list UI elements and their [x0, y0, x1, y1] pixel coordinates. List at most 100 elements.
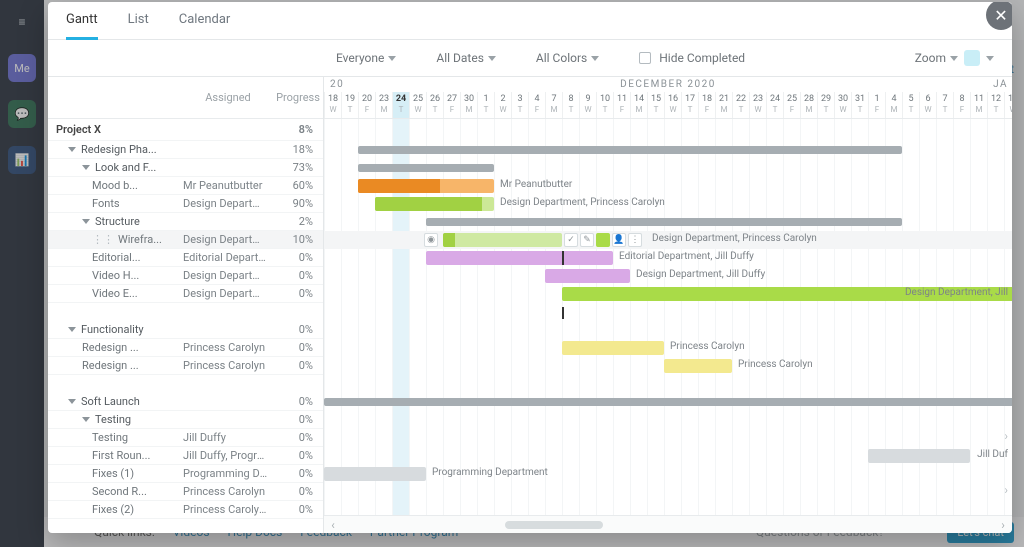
task-row[interactable]: Second R...Princess Carolyn0% — [48, 483, 323, 501]
bar-label: Programming Department — [432, 467, 548, 478]
tab-gantt[interactable]: Gantt — [66, 12, 98, 40]
zoom-control[interactable]: Zoom — [915, 51, 958, 65]
row-name: Look and F... — [95, 161, 156, 174]
task-row[interactable]: Video H...Design Department, J0% — [48, 267, 323, 285]
collapse-icon[interactable] — [82, 165, 90, 170]
row-progress: 18% — [273, 143, 323, 156]
filter-all-colors[interactable]: All Colors — [536, 51, 599, 65]
scroll-to-bar-icon[interactable]: › — [1004, 429, 1008, 443]
day-column: 16W — [664, 92, 681, 118]
group-row[interactable]: Look and F...73% — [48, 159, 323, 177]
day-column: 3T — [511, 92, 528, 118]
group-row[interactable]: Structure2% — [48, 213, 323, 231]
group-row[interactable]: Soft Launch0% — [48, 393, 323, 411]
task-row[interactable]: Editorial... Editorial Department,0% — [48, 249, 323, 267]
task-bar[interactable] — [545, 269, 630, 283]
task-row[interactable]: Mood b...Mr Peanutbutter60% — [48, 177, 323, 195]
filter-hide-completed[interactable]: Hide Completed — [639, 51, 745, 65]
scroll-left-icon[interactable]: ‹ — [324, 518, 342, 532]
tab-calendar[interactable]: Calendar — [179, 12, 231, 39]
task-bar[interactable] — [562, 341, 664, 355]
row-assigned: Mr Peanutbutter — [183, 179, 273, 192]
row-name: Editorial... — [92, 251, 141, 264]
group-bar[interactable] — [358, 164, 494, 172]
scroll-thumb[interactable] — [505, 521, 603, 529]
project-row[interactable]: Project X8% — [48, 119, 323, 141]
collapse-icon[interactable] — [68, 399, 76, 404]
bar-label: Princess Carolyn — [670, 341, 745, 352]
collapse-icon[interactable] — [68, 147, 76, 152]
collapse-icon[interactable] — [68, 327, 76, 332]
horizontal-scrollbar[interactable]: ‹ › — [324, 515, 1012, 533]
day-column: 7T — [936, 92, 953, 118]
check-icon[interactable]: ✓ — [564, 233, 578, 247]
task-row[interactable]: Redesign ...Princess Carolyn0% — [48, 339, 323, 357]
gantt-chart[interactable]: 20DECEMBER 2020JA 18W19T20F23M24T25W26T2… — [324, 77, 1012, 533]
filter-all-dates[interactable]: All Dates — [436, 51, 496, 65]
bar-label: Design Department, Jill — [905, 287, 1008, 298]
task-row[interactable]: First Roun...Jill Duffy, Programmin0% — [48, 447, 323, 465]
row-progress: 0% — [273, 395, 323, 408]
group-bar[interactable] — [324, 398, 1012, 406]
bar-label: Jill Duf — [977, 449, 1008, 460]
task-row[interactable]: Fixes (1)Programming Departm0% — [48, 465, 323, 483]
group-row[interactable]: Functionality0% — [48, 321, 323, 339]
row-name: Video H... — [92, 269, 139, 282]
drag-handle-icon[interactable]: ⋮⋮ — [92, 233, 114, 246]
day-column: 7M — [545, 92, 562, 118]
row-progress: 0% — [273, 251, 323, 264]
row-progress: 0% — [273, 467, 323, 480]
scroll-right-icon[interactable]: › — [994, 518, 1012, 532]
row-progress: 10% — [273, 233, 323, 246]
task-bar[interactable] — [443, 233, 562, 247]
scroll-to-bar-icon[interactable]: › — [1004, 483, 1008, 497]
day-column: 29T — [817, 92, 834, 118]
color-icon[interactable] — [596, 233, 610, 247]
chevron-down-icon — [591, 56, 599, 61]
close-icon[interactable]: ✕ — [986, 2, 1012, 30]
filter-everyone[interactable]: Everyone — [336, 51, 396, 65]
task-bar[interactable] — [375, 197, 494, 211]
col-header-assigned: Assigned — [183, 77, 273, 118]
task-bar[interactable] — [868, 449, 970, 463]
row-progress: 90% — [273, 197, 323, 210]
task-row[interactable]: Redesign ...Princess Carolyn0% — [48, 357, 323, 375]
day-column: 31T — [851, 92, 868, 118]
task-row[interactable]: TestingJill Duffy0% — [48, 429, 323, 447]
day-column: 30W — [834, 92, 851, 118]
row-name: Fixes (2) — [92, 503, 134, 516]
chevron-down-icon — [986, 56, 994, 61]
day-column: 6W — [919, 92, 936, 118]
more-icon[interactable]: ⋮ — [628, 233, 642, 247]
row-assigned: Editorial Department, — [183, 251, 273, 264]
task-bar[interactable] — [358, 179, 494, 193]
day-column: 10T — [596, 92, 613, 118]
task-bar[interactable] — [664, 359, 732, 373]
bar-label: Design Department, Princess Carolyn — [500, 197, 665, 208]
row-name: Wirefra... — [118, 233, 162, 246]
edit-icon[interactable]: ✎ — [580, 233, 594, 247]
checkbox-icon[interactable] — [639, 52, 651, 64]
task-row[interactable]: Fixes (2) Princess Carolyn, Prog0% — [48, 501, 323, 519]
task-bar[interactable] — [324, 467, 426, 481]
day-column: 20F — [358, 92, 375, 118]
user-icon[interactable]: 👤 — [612, 233, 626, 247]
group-bar[interactable] — [426, 218, 902, 226]
color-swatch[interactable] — [964, 50, 980, 66]
day-column: 11F — [613, 92, 630, 118]
row-progress: 0% — [273, 503, 323, 516]
tab-list[interactable]: List — [128, 12, 149, 39]
group-row[interactable]: Redesign Pha...18% — [48, 141, 323, 159]
task-row[interactable]: FontsDesign Department, P90% — [48, 195, 323, 213]
group-bar[interactable] — [358, 146, 902, 154]
row-assigned: Princess Carolyn, Prog — [183, 503, 273, 516]
group-row[interactable]: Testing0% — [48, 411, 323, 429]
task-bar[interactable] — [426, 251, 613, 265]
collapse-icon[interactable] — [82, 417, 90, 422]
row-name: Project X — [56, 123, 101, 136]
task-row[interactable]: ⋮⋮Wirefra...Design Department, P10% — [48, 231, 323, 249]
handle-left-icon[interactable]: ◉ — [424, 233, 438, 247]
day-column: 18W — [324, 92, 341, 118]
collapse-icon[interactable] — [82, 219, 90, 224]
task-row[interactable]: Video E...Design Department, J0% — [48, 285, 323, 303]
